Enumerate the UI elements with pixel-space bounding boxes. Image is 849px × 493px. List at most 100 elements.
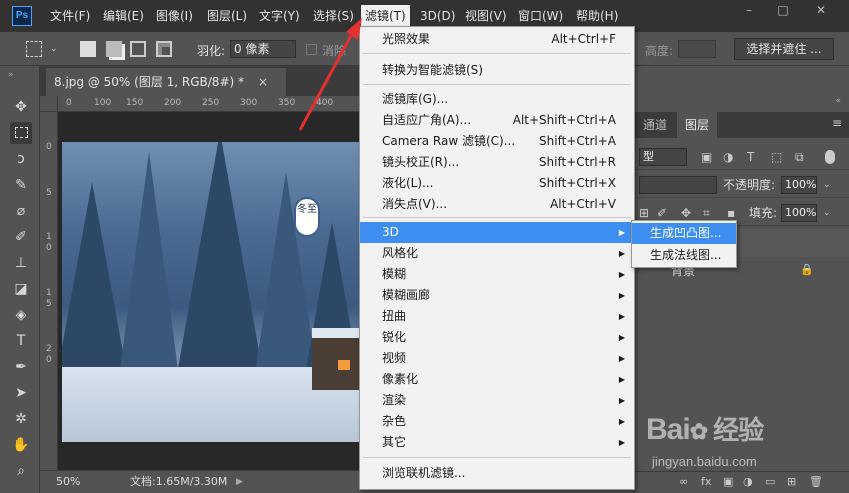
- marquee-tool-icon[interactable]: [10, 122, 32, 144]
- tab-channels[interactable]: 通道: [635, 112, 675, 138]
- menu-item-stylize[interactable]: 风格化 ▶: [360, 243, 634, 264]
- panel-menu-icon[interactable]: ≡: [832, 116, 842, 130]
- paw-icon: ✿: [689, 419, 708, 444]
- hand-tool-icon[interactable]: ✋: [10, 434, 32, 456]
- type-tool-icon[interactable]: T: [10, 330, 32, 352]
- annotation-arrow-line: [298, 29, 356, 131]
- feather-label: 羽化:: [197, 44, 226, 58]
- menu-3d[interactable]: 3D(D): [418, 7, 457, 25]
- zoom-tool-icon[interactable]: ⌕: [10, 460, 32, 482]
- menu-item-convert-smart-filter[interactable]: 转换为智能滤镜(S): [360, 60, 634, 81]
- menu-item-lighting-effects[interactable]: 光照效果 Alt+Ctrl+F: [360, 29, 634, 50]
- menu-item-generate-bump-map[interactable]: 生成凹凸图...: [632, 223, 736, 244]
- paint-bucket-tool-icon[interactable]: ◈: [10, 304, 32, 326]
- menu-layer[interactable]: 图层(L): [205, 7, 249, 25]
- chevron-down-icon[interactable]: ⌄: [50, 41, 66, 57]
- menu-divider: [363, 217, 631, 218]
- ruler-corner: [40, 96, 58, 112]
- submenu-arrow-icon: ▶: [618, 228, 625, 237]
- close-tab-icon[interactable]: ×: [258, 75, 268, 89]
- layer-kind-select[interactable]: 型: [639, 148, 687, 166]
- menu-item-generate-normal-map[interactable]: 生成法线图...: [632, 245, 736, 266]
- menu-window[interactable]: 窗口(W): [516, 7, 565, 25]
- custom-shape-tool-icon[interactable]: ✲: [10, 408, 32, 430]
- menu-item-blur-gallery[interactable]: 模糊画廊 ▶: [360, 285, 634, 306]
- intersect-selection-icon[interactable]: [156, 41, 172, 57]
- watermark-url: jingyan.baidu.com: [652, 454, 757, 469]
- collapse-icon[interactable]: »: [8, 70, 14, 80]
- chevron-down-icon[interactable]: ⌄: [823, 200, 831, 226]
- ruler-tick: 1: [46, 232, 52, 242]
- pen-tool-icon[interactable]: ✒: [10, 356, 32, 378]
- filter-toggle[interactable]: [825, 150, 835, 164]
- brush-tool-icon[interactable]: ✐: [10, 226, 32, 248]
- menu-image[interactable]: 图像(I): [154, 7, 195, 25]
- add-selection-icon[interactable]: [106, 41, 122, 57]
- height-input[interactable]: [678, 40, 716, 58]
- menu-item-adaptive-wide-angle[interactable]: 自适应广角(A)... Alt+Shift+Ctrl+A: [360, 110, 634, 131]
- menu-item-other[interactable]: 其它 ▶: [360, 432, 634, 453]
- path-select-tool-icon[interactable]: ➤: [10, 382, 32, 404]
- marquee-tool-icon[interactable]: [26, 41, 42, 57]
- ruler-tick: 0: [66, 98, 72, 108]
- document-tab[interactable]: 8.jpg @ 50% (图层 1, RGB/8#) * ×: [46, 68, 286, 96]
- height-label: 高度:: [645, 44, 674, 58]
- close-window-icon[interactable]: ✕: [806, 2, 836, 18]
- ruler-tick: 0: [46, 142, 52, 152]
- feather-input[interactable]: 0 像素: [230, 40, 296, 58]
- status-menu-icon[interactable]: ▶: [236, 471, 243, 493]
- eyedropper-tool-icon[interactable]: ⌀: [10, 200, 32, 222]
- canvas-area[interactable]: 冬至: [58, 112, 360, 470]
- menu-item-noise[interactable]: 杂色 ▶: [360, 411, 634, 432]
- zoom-level[interactable]: 50%: [56, 471, 80, 493]
- annotation-arrow-head: [346, 18, 362, 40]
- subtract-selection-icon[interactable]: [130, 41, 146, 57]
- menu-item-render[interactable]: 渲染 ▶: [360, 390, 634, 411]
- doc-size-info: 文档:1.65M/3.30M: [130, 475, 228, 488]
- minimize-icon[interactable]: –: [734, 2, 764, 18]
- filter-pixel-icon[interactable]: ▣: [701, 144, 712, 170]
- menu-item-video[interactable]: 视频 ▶: [360, 348, 634, 369]
- filter-type-icon[interactable]: T: [747, 144, 754, 170]
- menu-item-vanishing-point[interactable]: 消失点(V)... Alt+Ctrl+V: [360, 194, 634, 215]
- menu-item-3d[interactable]: 3D ▶: [360, 222, 634, 243]
- menu-item-lens-correction[interactable]: 镜头校正(R)... Shift+Ctrl+R: [360, 152, 634, 173]
- menu-item-filter-gallery[interactable]: 滤镜库(G)...: [360, 89, 634, 110]
- menu-item-sharpen[interactable]: 锐化 ▶: [360, 327, 634, 348]
- blend-mode-select[interactable]: [639, 176, 717, 194]
- tab-layers[interactable]: 图层: [677, 112, 718, 138]
- opacity-input[interactable]: 100%: [781, 176, 817, 194]
- document-tab-title: 8.jpg @ 50% (图层 1, RGB/8#) *: [54, 75, 244, 89]
- new-selection-icon[interactable]: [80, 41, 96, 57]
- collapse-panel-icon[interactable]: «: [835, 96, 841, 106]
- menu-view[interactable]: 视图(V): [463, 7, 509, 25]
- menu-help[interactable]: 帮助(H): [574, 7, 620, 25]
- submenu-arrow-icon: ▶: [618, 291, 625, 300]
- filter-shape-icon[interactable]: ⬚: [771, 144, 782, 170]
- maximize-icon[interactable]: □: [768, 2, 798, 18]
- lasso-tool-icon[interactable]: ↄ: [10, 148, 32, 170]
- submenu-arrow-icon: ▶: [618, 312, 625, 321]
- filter-adjust-icon[interactable]: ◑: [723, 144, 733, 170]
- eraser-tool-icon[interactable]: ◪: [10, 278, 32, 300]
- menu-item-browse-filters-online[interactable]: 浏览联机滤镜...: [360, 463, 634, 484]
- menu-item-distort[interactable]: 扭曲 ▶: [360, 306, 634, 327]
- menu-item-liquify[interactable]: 液化(L)... Shift+Ctrl+X: [360, 173, 634, 194]
- menu-edit[interactable]: 编辑(E): [101, 7, 146, 25]
- stamp-tool-icon[interactable]: ⊥: [10, 252, 32, 274]
- quick-select-tool-icon[interactable]: ✎: [10, 174, 32, 196]
- fill-input[interactable]: 100%: [781, 204, 817, 222]
- menu-item-pixelate[interactable]: 像素化 ▶: [360, 369, 634, 390]
- filter-smart-icon[interactable]: ⧉: [795, 144, 804, 170]
- menu-file[interactable]: 文件(F): [48, 7, 92, 25]
- move-tool-icon[interactable]: ✥: [10, 96, 32, 118]
- select-and-mask-button[interactable]: 选择并遮住 ...: [734, 38, 834, 60]
- menu-item-blur[interactable]: 模糊 ▶: [360, 264, 634, 285]
- menu-item-camera-raw[interactable]: Camera Raw 滤镜(C)... Shift+Ctrl+A: [360, 131, 634, 152]
- menu-divider: [363, 53, 631, 54]
- opacity-label: 不透明度:: [723, 178, 776, 192]
- document-image: 冬至: [62, 142, 360, 442]
- tools-panel: » ✥ ↄ ✎ ⌀ ✐ ⊥ ◪ ◈ T ✒ ➤ ✲ ✋ ⌕: [0, 66, 40, 493]
- chevron-down-icon[interactable]: ⌄: [823, 172, 831, 198]
- winter-solstice-badge: 冬至: [294, 197, 320, 237]
